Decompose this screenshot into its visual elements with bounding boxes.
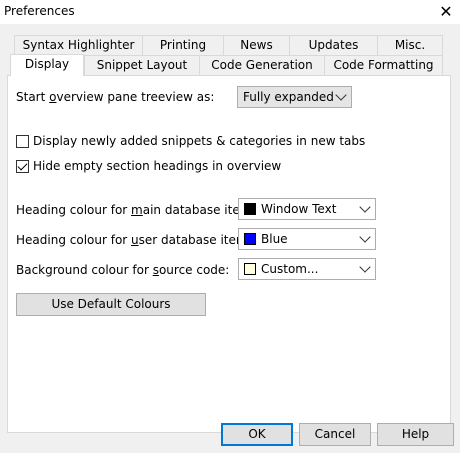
bg-colour-dropdown[interactable]: Custom... <box>238 258 376 280</box>
overview-value: Fully expanded <box>243 90 334 104</box>
checkmark-icon <box>17 160 28 171</box>
title-bar: Preferences ✕ <box>0 0 460 24</box>
new-tabs-checkbox[interactable] <box>16 135 29 148</box>
help-button[interactable]: Help <box>377 423 454 446</box>
chevron-down-icon <box>335 89 347 101</box>
user-colour-label: Heading colour for user database items: <box>16 233 258 247</box>
tab-misc[interactable]: Misc. <box>377 35 443 55</box>
use-default-colours-button[interactable]: Use Default Colours <box>16 293 206 316</box>
display-panel: Start overview pane treeview as: Fully e… <box>7 75 451 433</box>
tab-updates[interactable]: Updates <box>289 35 378 55</box>
window-title: Preferences <box>4 4 75 18</box>
user-colour-value: Blue <box>261 232 288 246</box>
tab-display[interactable]: Display <box>10 54 84 76</box>
colour-swatch <box>244 203 256 215</box>
main-colour-label: Heading colour for main database items: <box>16 203 262 217</box>
tab-code-generation[interactable]: Code Generation <box>199 55 325 75</box>
colour-swatch <box>244 233 256 245</box>
main-colour-value: Window Text <box>261 202 337 216</box>
bg-colour-label: Background colour for source code: <box>16 263 230 277</box>
tab-printing[interactable]: Printing <box>142 35 224 55</box>
hide-empty-checkbox[interactable] <box>16 160 29 173</box>
bg-colour-value: Custom... <box>261 262 319 276</box>
overview-label: Start overview pane treeview as: <box>16 90 215 104</box>
cancel-button[interactable]: Cancel <box>299 423 371 446</box>
hide-empty-label: Hide empty section headings in overview <box>33 159 282 173</box>
colour-swatch <box>244 263 256 275</box>
chevron-down-icon <box>359 231 371 243</box>
ok-button[interactable]: OK <box>221 423 293 446</box>
close-icon[interactable]: ✕ <box>436 0 456 24</box>
tab-syntax-highlighter[interactable]: Syntax Highlighter <box>14 35 143 55</box>
main-colour-dropdown[interactable]: Window Text <box>238 198 376 220</box>
user-colour-dropdown[interactable]: Blue <box>238 228 376 250</box>
new-tabs-label: Display newly added snippets & categorie… <box>33 134 366 148</box>
dialog-body: Syntax Highlighter Printing News Updates… <box>0 24 460 453</box>
tab-snippet-layout[interactable]: Snippet Layout <box>84 55 200 75</box>
chevron-down-icon <box>359 201 371 213</box>
chevron-down-icon <box>359 261 371 273</box>
tab-news[interactable]: News <box>223 35 290 55</box>
overview-dropdown[interactable]: Fully expanded <box>237 86 352 108</box>
tab-code-formatting[interactable]: Code Formatting <box>324 55 443 75</box>
